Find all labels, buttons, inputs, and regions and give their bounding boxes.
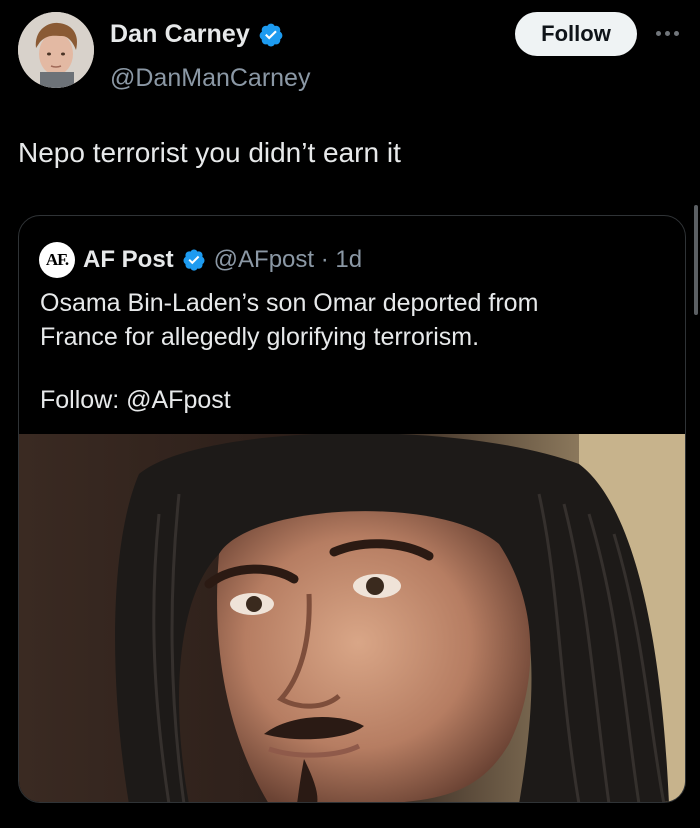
author-name-row: Dan Carney — [110, 20, 284, 49]
post-header: Dan Carney @DanManCarney Follow — [18, 12, 700, 92]
verified-badge-icon — [258, 22, 284, 48]
author-display-name[interactable]: Dan Carney — [110, 20, 250, 49]
scrollbar[interactable] — [694, 205, 698, 315]
tweet-text: Nepo terrorist you didn’t earn it — [18, 137, 401, 168]
avatar[interactable] — [18, 12, 94, 88]
post-view: Dan Carney @DanManCarney Follow Nepo ter… — [0, 0, 700, 828]
more-horizontal-icon[interactable] — [656, 26, 696, 40]
quoted-post-photo[interactable] — [19, 434, 685, 802]
avatar-image — [18, 12, 94, 88]
quoted-post-card[interactable]: AF. AF Post @AFpost · 1d Osama Bin-Laden… — [18, 215, 686, 803]
quoted-text-line: France for allegedly glorifying terroris… — [40, 323, 480, 351]
quoted-display-name[interactable]: AF Post — [83, 246, 174, 274]
portrait-image — [19, 434, 685, 802]
quoted-follow-line: Follow: @AFpost — [40, 386, 231, 414]
author-handle[interactable]: @DanManCarney — [110, 64, 310, 93]
follow-button[interactable]: Follow — [515, 12, 637, 56]
quoted-post-header: AF. AF Post @AFpost · 1d — [39, 242, 362, 278]
af-post-logo[interactable]: AF. — [39, 242, 75, 278]
quoted-handle-time: @AFpost · 1d — [213, 246, 363, 273]
quoted-post-text: Osama Bin-Laden’s son Omar deported from… — [40, 286, 660, 354]
quoted-verified-badge-icon — [182, 248, 206, 272]
quoted-text-line: Osama Bin-Laden’s son Omar deported from — [40, 289, 539, 317]
